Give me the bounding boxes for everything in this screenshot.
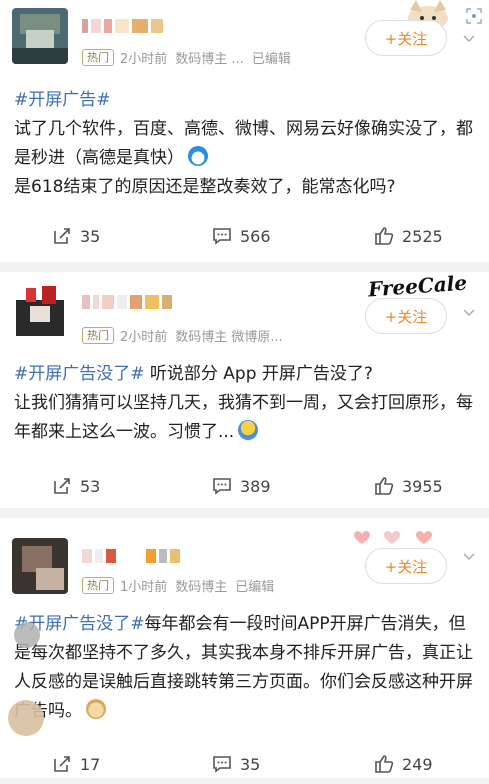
post-text-line2: 是618结束了的原因还是整改奏效了，能常态化吗? bbox=[14, 177, 396, 197]
repost-count: 35 bbox=[80, 226, 101, 246]
comment-icon bbox=[213, 756, 231, 773]
post-source: 数码博主 bbox=[175, 580, 228, 595]
feed-post: 热门 2小时前 数码博主 微博原... FreeCale +关注 #开屏广告没了… bbox=[0, 270, 489, 508]
thumbs-up-icon bbox=[375, 227, 394, 245]
chevron-down-icon[interactable] bbox=[463, 306, 475, 318]
post-meta: 热门 2小时前 数码博主 ... 已编辑 bbox=[82, 48, 291, 67]
avatar[interactable] bbox=[12, 282, 68, 338]
scan-icon[interactable] bbox=[466, 8, 482, 24]
hot-badge: 热门 bbox=[82, 577, 114, 594]
doge-emoji-icon bbox=[86, 699, 106, 719]
comment-icon bbox=[213, 478, 231, 495]
hearts-sticker-icon bbox=[354, 531, 432, 544]
repost-icon bbox=[54, 228, 70, 244]
comment-button[interactable]: 35 bbox=[212, 744, 260, 784]
follow-button[interactable]: +关注 bbox=[365, 548, 447, 584]
action-bar: 53 389 3955 bbox=[0, 466, 489, 506]
hot-badge: 热门 bbox=[82, 327, 114, 344]
repost-count: 17 bbox=[80, 754, 101, 774]
thumbs-up-icon bbox=[375, 755, 394, 773]
chevron-down-icon[interactable] bbox=[463, 32, 475, 44]
avatar[interactable] bbox=[12, 538, 68, 594]
post-meta: 热门 1小时前 数码博主 已编辑 bbox=[82, 576, 274, 595]
freecale-sticker: FreeCale bbox=[367, 270, 468, 302]
post-time: 2小时前 bbox=[120, 330, 168, 345]
like-button[interactable]: 2525 bbox=[374, 216, 443, 256]
hot-badge: 热门 bbox=[82, 49, 114, 66]
feed-post: 热门 2小时前 数码博主 ... 已编辑 +关注 #开屏广告# 试了几个软件，百… bbox=[0, 0, 489, 262]
like-button[interactable]: 249 bbox=[374, 744, 433, 784]
repost-icon bbox=[54, 478, 70, 494]
repost-button[interactable]: 53 bbox=[52, 466, 100, 506]
chevron-down-icon[interactable] bbox=[463, 550, 475, 562]
hashtag-link[interactable]: #开屏广告# bbox=[14, 90, 111, 110]
comment-count: 566 bbox=[240, 226, 271, 246]
post-meta: 热门 2小时前 数码博主 微博原... bbox=[82, 326, 283, 345]
post-content: #开屏广告# 试了几个软件，百度、高德、微博、网易云好像确实没了，都是秒进（高德… bbox=[14, 86, 476, 202]
feed-post: 热门 1小时前 数码博主 已编辑 +关注 #开屏广告没了#每年都会有一段时间AP… bbox=[0, 518, 489, 778]
post-time: 2小时前 bbox=[120, 52, 168, 67]
thumbs-up-icon bbox=[375, 477, 394, 495]
username-pixelated[interactable] bbox=[82, 292, 172, 312]
action-bar: 17 35 249 bbox=[0, 744, 489, 784]
follow-button[interactable]: +关注 bbox=[365, 20, 447, 56]
floating-avatar bbox=[8, 700, 44, 736]
comment-count: 35 bbox=[240, 754, 261, 774]
comment-icon bbox=[213, 228, 231, 245]
post-content: #开屏广告没了#每年都会有一段时间APP开屏广告消失，但是每次都坚持不了多久，其… bbox=[14, 610, 476, 726]
repost-icon bbox=[54, 756, 70, 772]
edited-label: 已编辑 bbox=[235, 580, 275, 595]
repost-button[interactable]: 35 bbox=[52, 216, 100, 256]
comment-button[interactable]: 389 bbox=[212, 466, 271, 506]
like-count: 2525 bbox=[402, 226, 443, 246]
comment-button[interactable]: 566 bbox=[212, 216, 271, 256]
repost-count: 53 bbox=[80, 476, 101, 496]
post-text: 听说部分 App 开屏广告没了? bbox=[144, 364, 373, 384]
username-pixelated[interactable] bbox=[82, 16, 163, 36]
floating-avatar bbox=[14, 622, 40, 648]
shrug-emoji-icon bbox=[238, 420, 259, 440]
like-count: 249 bbox=[402, 754, 433, 774]
avatar[interactable] bbox=[12, 8, 68, 64]
doraemon-emoji-icon bbox=[188, 146, 208, 166]
hashtag-link[interactable]: #开屏广告没了# bbox=[14, 364, 145, 384]
like-count: 3955 bbox=[402, 476, 443, 496]
repost-button[interactable]: 17 bbox=[52, 744, 100, 784]
edited-label: 已编辑 bbox=[251, 52, 291, 67]
follow-button[interactable]: +关注 bbox=[365, 298, 447, 334]
username-pixelated[interactable] bbox=[82, 546, 180, 566]
post-text: 试了几个软件，百度、高德、微博、网易云好像确实没了，都是秒进（高德是真快） bbox=[14, 119, 473, 168]
like-button[interactable]: 3955 bbox=[374, 466, 443, 506]
comment-count: 389 bbox=[240, 476, 271, 496]
action-bar: 35 566 2525 bbox=[0, 216, 489, 256]
post-time: 1小时前 bbox=[120, 580, 168, 595]
post-source: 数码博主 ... bbox=[175, 52, 244, 67]
post-source: 数码博主 微博原... bbox=[175, 330, 283, 345]
post-content: #开屏广告没了# 听说部分 App 开屏广告没了? 让我们猜猜可以坚持几天，我猜… bbox=[14, 360, 476, 447]
